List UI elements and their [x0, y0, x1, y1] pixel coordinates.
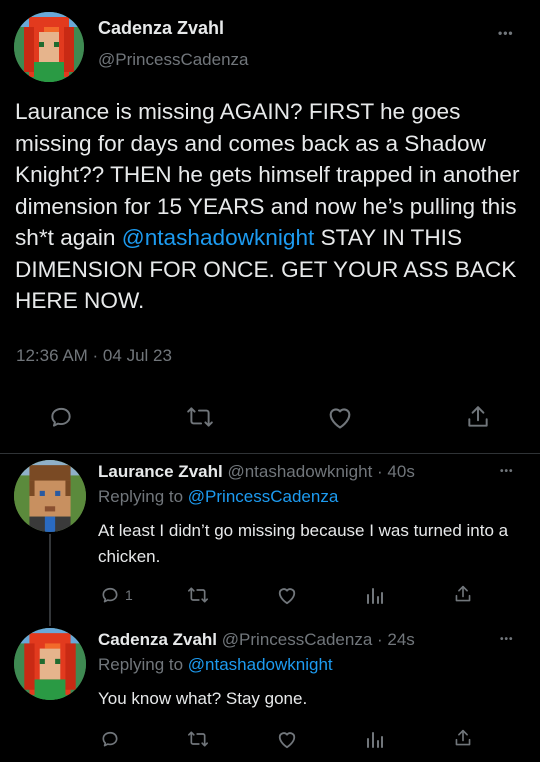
tweet-timestamp[interactable]: 12:36 AM · 04 Jul 23 [16, 346, 172, 366]
mention-link[interactable]: @ntashadowknight [188, 655, 333, 674]
mention-link[interactable]: @PrincessCadenza [188, 487, 339, 506]
mention-link[interactable]: @ntashadowknight [122, 225, 315, 250]
replying-to: Replying to @PrincessCadenza [98, 487, 338, 507]
divider [0, 453, 540, 454]
reply-header: Laurance Zvahl @ntashadowknight · 40s [98, 462, 415, 482]
retweet-icon[interactable] [187, 729, 209, 749]
reply-header: Cadenza Zvahl @PrincessCadenza · 24s [98, 630, 415, 650]
reply-time[interactable]: · 40s [377, 462, 415, 481]
avatar-image [14, 628, 86, 700]
share-icon[interactable] [454, 584, 472, 604]
author-handle[interactable]: @PrincessCadenza [222, 630, 373, 649]
author-handle[interactable]: @ntashadowknight [227, 462, 372, 481]
avatar[interactable] [14, 12, 84, 82]
analytics-icon[interactable] [366, 585, 384, 605]
replying-to-label: Replying to [98, 487, 188, 506]
reply-time[interactable]: · 24s [377, 630, 415, 649]
retweet-icon[interactable] [186, 404, 214, 430]
author-handle[interactable]: @PrincessCadenza [98, 50, 249, 70]
author-name[interactable]: Cadenza Zvahl [98, 18, 224, 39]
avatar-image [14, 12, 84, 82]
avatar[interactable] [14, 628, 86, 700]
analytics-icon[interactable] [366, 729, 384, 749]
share-icon[interactable] [454, 728, 472, 748]
like-icon[interactable] [276, 585, 298, 605]
avatar[interactable] [14, 460, 86, 532]
reply-icon[interactable] [48, 404, 74, 430]
thread-line [49, 534, 51, 626]
reply-count: 1 [125, 587, 133, 603]
like-icon[interactable] [326, 404, 354, 430]
reply-text: You know what? Stay gone. [98, 689, 308, 708]
reply-text: At least I didn’t go missing because I w… [98, 521, 509, 566]
tweet-text: Laurance is missing AGAIN? FIRST he goes… [15, 96, 530, 317]
author-name[interactable]: Laurance Zvahl [98, 462, 223, 481]
reply-icon[interactable] [100, 585, 120, 605]
share-icon[interactable] [466, 404, 490, 430]
replying-to: Replying to @ntashadowknight [98, 655, 333, 675]
retweet-icon[interactable] [187, 585, 209, 605]
author-name[interactable]: Cadenza Zvahl [98, 630, 217, 649]
more-options-icon[interactable]: ••• [500, 634, 514, 645]
like-icon[interactable] [276, 729, 298, 749]
replying-to-label: Replying to [98, 655, 188, 674]
avatar-image [14, 460, 86, 532]
more-options-icon[interactable]: ••• [500, 466, 514, 477]
more-options-icon[interactable]: ••• [498, 26, 514, 40]
reply-icon[interactable] [100, 729, 120, 749]
